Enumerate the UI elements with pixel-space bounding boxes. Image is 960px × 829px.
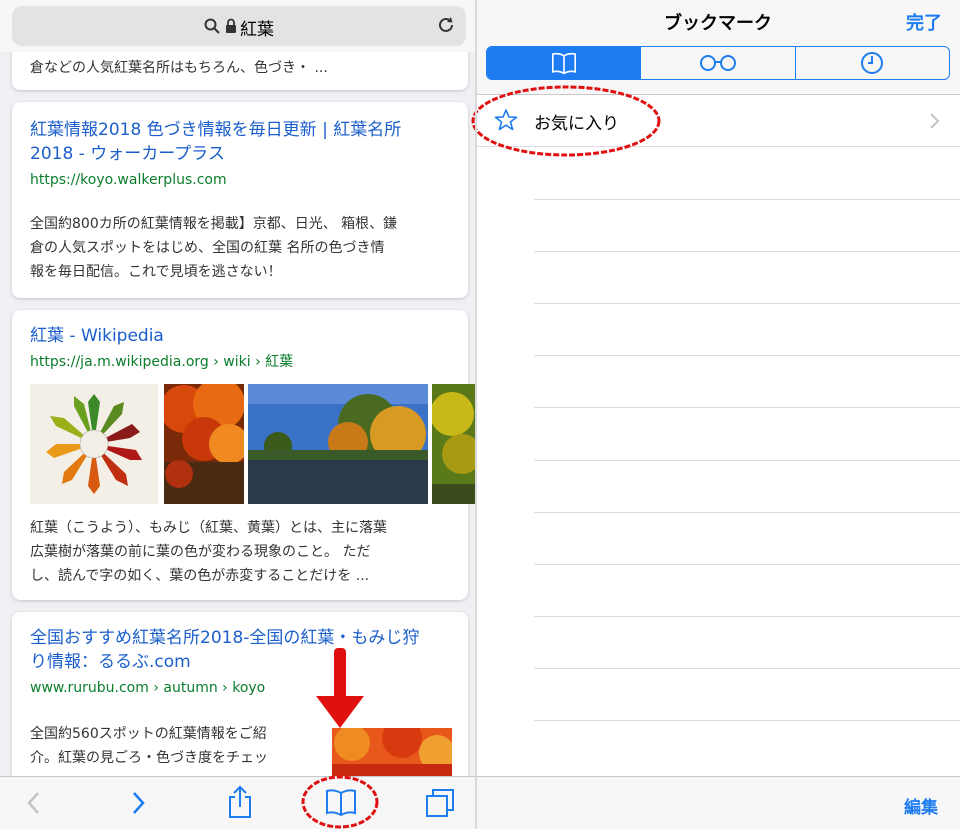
- list-separator: [534, 199, 960, 200]
- forward-icon[interactable]: [128, 789, 148, 817]
- panel-divider: [475, 0, 477, 829]
- result-title-line: 紅葉情報2018 色づき情報を毎日更新 | 紅葉名所: [30, 120, 402, 140]
- history-icon: [861, 52, 884, 74]
- annotation-arrow-icon: [316, 648, 364, 728]
- result-snippet: 倉などの人気紅葉名所はもちろん、色づき・ ...: [30, 60, 328, 76]
- result-title-line: り情報：るるぶ.com: [30, 652, 191, 672]
- favorites-row[interactable]: お気に入り: [471, 85, 960, 157]
- done-button[interactable]: 完了: [906, 9, 942, 35]
- search-result-card: 紅葉 - Wikipedia https://ja.m.wikipedia.or…: [12, 310, 476, 600]
- address-bar[interactable]: 紅葉: [12, 6, 466, 46]
- lake-autumn-image[interactable]: [248, 384, 428, 504]
- list-separator: [534, 460, 960, 461]
- bookmarks-icon: [551, 52, 576, 75]
- list-separator: [534, 668, 960, 669]
- result-snippet: 全国約560スポットの紅葉情報をご紹 介。紅葉の見ごろ・色づき度をチェッ: [30, 722, 310, 770]
- list-separator: [534, 564, 960, 565]
- share-icon[interactable]: [226, 785, 254, 819]
- back-icon[interactable]: [24, 789, 44, 817]
- bookmarks-panel: ブックマーク 完了 お気に入り 編集: [471, 0, 960, 829]
- maple-leaf-wheel-image[interactable]: [30, 384, 158, 504]
- snippet-line: し、読んで字の如く、葉の色が赤変することだけを ...: [30, 568, 370, 584]
- address-bar-container: 紅葉: [0, 0, 476, 52]
- result-title-link[interactable]: 全国おすすめ紅葉名所2018-全国の紅葉・もみじ狩 り情報：るるぶ.com: [30, 626, 460, 674]
- bookmarks-title: ブックマーク: [664, 13, 772, 34]
- result-title-line: 2018 - ウォーカープラス: [30, 144, 225, 164]
- bookmarks-segmented-control: [486, 46, 950, 80]
- tabs-icon[interactable]: [424, 787, 456, 819]
- reading-list-icon: [699, 55, 736, 71]
- snippet-line: 広葉樹が落葉の前に葉の色が変わる現象のこと。 ただ: [30, 544, 371, 560]
- snippet-line: 介。紅葉の見ごろ・色づき度をチェッ: [30, 750, 268, 766]
- chevron-right-icon: [930, 113, 940, 129]
- edit-button[interactable]: 編集: [904, 793, 938, 818]
- safari-search-panel: 紅葉 倉などの人気紅葉名所はもちろん、色づき・ ... 紅葉情報2018 色づき…: [0, 0, 476, 829]
- result-title-link[interactable]: 紅葉 - Wikipedia: [30, 324, 164, 348]
- list-separator: [534, 720, 960, 721]
- result-url: https://ja.m.wikipedia.org › wiki › 紅葉: [30, 354, 294, 370]
- snippet-line: 倉の人気スポットをはじめ、全国の紅葉 名所の色づき情: [30, 240, 385, 256]
- snippet-line: 報を毎日配信。これで見頃を逃さない！: [30, 264, 282, 280]
- snippet-line: 全国約800カ所の紅葉情報を掲載】京都、日光、 箱根、鎌: [30, 216, 398, 232]
- image-strip: [30, 384, 476, 504]
- bookmark-highlight-circle-icon: [301, 775, 379, 829]
- safari-toolbar: [0, 775, 476, 829]
- result-snippet: 全国約800カ所の紅葉情報を掲載】京都、日光、 箱根、鎌 倉の人気スポットをはじ…: [30, 212, 450, 284]
- tab-history[interactable]: [796, 47, 949, 79]
- result-url: https://koyo.walkerplus.com: [30, 172, 227, 188]
- autumn-forest-image[interactable]: [164, 384, 244, 504]
- search-result-card: 紅葉情報2018 色づき情報を毎日更新 | 紅葉名所 2018 - ウォーカープ…: [12, 102, 468, 298]
- list-separator: [534, 616, 960, 617]
- address-text: 紅葉: [240, 20, 274, 40]
- list-separator: [534, 355, 960, 356]
- yellow-trees-image[interactable]: [432, 384, 476, 504]
- snippet-line: 紅葉（こうよう）、もみじ（紅葉、黄葉）とは、主に落葉: [30, 520, 387, 536]
- favorites-highlight-circle-icon: [471, 85, 661, 157]
- result-url: www.rurubu.com › autumn › koyo: [30, 680, 266, 696]
- tab-bookmarks[interactable]: [487, 47, 642, 79]
- bookmarks-footer: 編集: [476, 776, 960, 829]
- list-separator: [534, 251, 960, 252]
- tab-reading-list[interactable]: [641, 47, 796, 79]
- list-separator: [534, 303, 960, 304]
- result-title-link[interactable]: 紅葉情報2018 色づき情報を毎日更新 | 紅葉名所 2018 - ウォーカープ…: [30, 118, 450, 166]
- result-snippet: 紅葉（こうよう）、もみじ（紅葉、黄葉）とは、主に落葉 広葉樹が落葉の前に葉の色が…: [30, 516, 460, 588]
- result-title-line: 全国おすすめ紅葉名所2018-全国の紅葉・もみじ狩: [30, 628, 420, 648]
- list-separator: [534, 407, 960, 408]
- snippet-line: 全国約560スポットの紅葉情報をご紹: [30, 726, 267, 742]
- reload-icon[interactable]: [436, 15, 456, 35]
- list-separator: [534, 512, 960, 513]
